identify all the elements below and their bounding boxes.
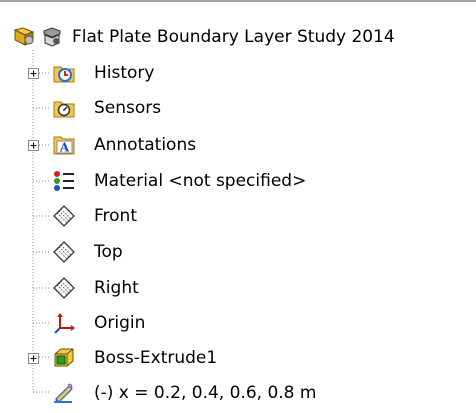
tree-item-history[interactable]: History bbox=[0, 55, 476, 91]
tree-item-label: Front bbox=[94, 206, 137, 226]
tree-item-annotations[interactable]: A Annotations bbox=[0, 127, 476, 163]
plane-icon bbox=[52, 204, 76, 228]
tree-root-label: Flat Plate Boundary Layer Study 2014 bbox=[72, 27, 395, 47]
part-icon bbox=[12, 25, 36, 49]
material-icon bbox=[52, 169, 76, 193]
tree-item-label: (-) x = 0.2, 0.4, 0.6, 0.8 m bbox=[94, 383, 317, 403]
extrude-feature-icon bbox=[52, 346, 76, 370]
tree-item-label: Sensors bbox=[94, 98, 162, 118]
display-state-icon bbox=[40, 25, 64, 49]
tree-item-label: Top bbox=[94, 242, 123, 262]
sensors-folder-icon bbox=[52, 96, 76, 120]
tree-root-row[interactable]: Flat Plate Boundary Layer Study 2014 bbox=[0, 19, 476, 55]
tree-item-right-plane[interactable]: Right bbox=[0, 270, 476, 306]
plane-icon bbox=[52, 240, 76, 264]
tree-item-sketch[interactable]: (-) x = 0.2, 0.4, 0.6, 0.8 m bbox=[0, 375, 476, 411]
tree-item-front-plane[interactable]: Front bbox=[0, 198, 476, 234]
tree-item-label: Material <not specified> bbox=[94, 171, 307, 191]
expand-toggle-icon[interactable] bbox=[28, 353, 39, 364]
expand-toggle-icon[interactable] bbox=[28, 140, 39, 151]
sketch-icon bbox=[52, 381, 76, 405]
expand-toggle-icon[interactable] bbox=[28, 68, 39, 79]
annotations-folder-icon: A bbox=[52, 133, 76, 157]
top-divider bbox=[0, 0, 476, 2]
origin-icon bbox=[52, 311, 76, 335]
tree-item-label: History bbox=[94, 63, 155, 83]
plane-icon bbox=[52, 276, 76, 300]
tree-item-top-plane[interactable]: Top bbox=[0, 234, 476, 270]
tree-item-label: Right bbox=[94, 278, 139, 298]
tree-item-boss-extrude[interactable]: Boss-Extrude1 bbox=[0, 340, 476, 376]
tree-item-label: Boss-Extrude1 bbox=[94, 348, 218, 368]
tree-item-material[interactable]: Material <not specified> bbox=[0, 163, 476, 199]
history-folder-icon bbox=[52, 61, 76, 85]
tree-item-label: Origin bbox=[94, 313, 146, 333]
tree-item-origin[interactable]: Origin bbox=[0, 305, 476, 341]
svg-text:A: A bbox=[59, 141, 70, 155]
tree-item-label: Annotations bbox=[94, 135, 197, 155]
tree-item-sensors[interactable]: Sensors bbox=[0, 90, 476, 126]
feature-manager-tree: Flat Plate Boundary Layer Study 2014 His… bbox=[0, 0, 476, 413]
